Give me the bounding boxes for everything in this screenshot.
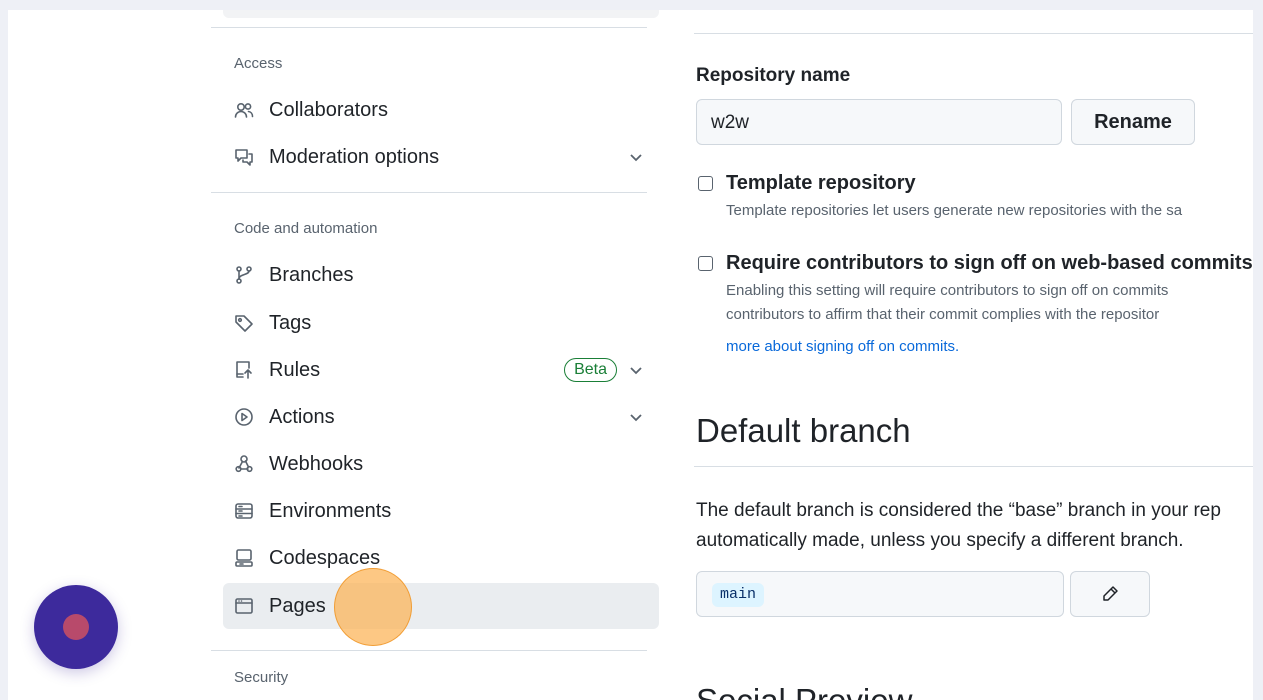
pencil-icon [1103,586,1118,601]
sidebar-item-label: Tags [269,311,312,334]
sidebar-item-pages[interactable]: Pages [223,583,659,629]
social-preview-heading: Social Preview [696,682,912,700]
play-icon [233,406,255,428]
webhook-icon [233,453,255,475]
sidebar-item-label: Pages [269,594,326,617]
template-repository-title: Template repository [726,172,916,194]
default-branch-field: main [696,571,1064,617]
settings-page: Access Collaborators Moderation options … [8,10,1253,700]
previous-nav-item[interactable] [223,10,659,18]
default-branch-description-line1: The default branch is considered the “ba… [696,500,1221,521]
default-branch-heading: Default branch [696,412,911,449]
browser-icon [233,595,255,617]
server-icon [233,500,255,522]
beta-badge: Beta [564,358,617,382]
default-branch-description-line2: automatically made, unless you specify a… [696,530,1184,551]
sidebar-item-tags[interactable]: Tags [223,300,659,346]
divider [694,466,1253,467]
sidebar-item-rules[interactable]: Rules Beta [223,347,659,393]
sidebar-item-actions[interactable]: Actions [223,394,659,440]
sidebar-item-codespaces[interactable]: Codespaces [223,535,659,581]
divider [694,33,1253,34]
section-heading-access: Access [234,55,283,72]
sidebar-item-label: Collaborators [269,98,388,121]
chevron-down-icon[interactable] [627,408,645,426]
template-repository-description: Template repositories let users generate… [726,202,1183,219]
divider [211,192,647,193]
git-branch-icon [233,264,255,286]
divider [211,650,647,651]
signoff-learn-more-link[interactable]: more about signing off on commits. [726,335,959,359]
settings-main: Repository name w2w Rename Template repo… [694,10,1253,700]
template-repository-checkbox[interactable] [698,176,713,191]
signoff-description-line1: Enabling this setting will require contr… [726,282,1169,299]
sidebar-item-moderation-options[interactable]: Moderation options [223,134,659,180]
signoff-description-line2: contributors to affirm that their commit… [726,306,1160,323]
click-highlight [334,568,412,646]
section-heading-security: Security [234,669,289,686]
divider [211,27,647,28]
chevron-down-icon[interactable] [627,148,645,166]
signoff-title: Require contributors to sign off on web-… [726,252,1253,274]
repository-name-input[interactable]: w2w [696,99,1062,145]
tag-icon [233,312,255,334]
sidebar-item-label: Actions [269,405,335,428]
repo-push-icon [233,359,255,381]
sidebar-item-label: Rules [269,358,321,381]
sidebar-item-label: Webhooks [269,452,364,475]
edit-default-branch-button[interactable] [1070,571,1150,617]
signoff-checkbox[interactable] [698,256,713,271]
sidebar-item-environments[interactable]: Environments [223,488,659,534]
sidebar-item-label: Environments [269,499,392,522]
sidebar-item-branches[interactable]: Branches [223,252,659,298]
sidebar-item-collaborators[interactable]: Collaborators [223,87,659,133]
people-icon [233,99,255,121]
sidebar-item-label: Branches [269,263,354,286]
sidebar-item-webhooks[interactable]: Webhooks [223,441,659,487]
chevron-down-icon[interactable] [627,361,645,379]
record-button[interactable] [34,585,118,669]
settings-sidebar: Access Collaborators Moderation options … [211,10,661,700]
record-dot-icon [63,614,89,640]
comment-discussion-icon [233,146,255,168]
rename-button[interactable]: Rename [1071,99,1195,145]
sidebar-item-label: Moderation options [269,145,440,168]
section-heading-code-automation: Code and automation [234,220,378,237]
codespaces-icon [233,547,255,569]
repository-name-label: Repository name [696,65,851,86]
branch-name: main [712,583,765,607]
sidebar-item-label: Codespaces [269,546,381,569]
